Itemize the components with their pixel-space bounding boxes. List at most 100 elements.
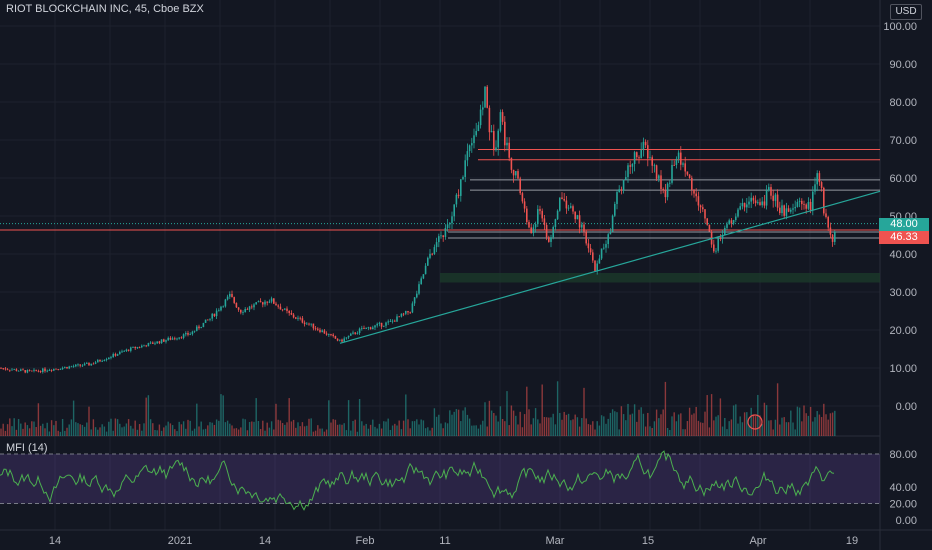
candle-body — [275, 303, 277, 306]
volume-bar — [363, 425, 365, 436]
volume-bar — [418, 424, 420, 436]
volume-bar — [713, 420, 715, 436]
volume-bar — [770, 420, 772, 436]
volume-bar — [530, 424, 532, 436]
time-tick-label: 14 — [259, 535, 271, 547]
candle-body — [570, 206, 572, 208]
price-tick-label: 80.00 — [889, 97, 917, 109]
volume-bar — [457, 409, 460, 436]
price-chart[interactable]: 100.0090.0080.0070.0060.0050.0040.0030.0… — [0, 0, 932, 550]
candle-body — [169, 337, 172, 340]
volume-bar — [779, 424, 781, 436]
volume-bar — [653, 421, 656, 436]
candle-body — [44, 368, 46, 372]
currency-badge[interactable]: USD — [890, 4, 922, 20]
volume-bar — [290, 421, 293, 436]
candle-body — [358, 328, 361, 333]
volume-bar — [686, 421, 689, 436]
candle-body — [682, 163, 684, 165]
volume-bar — [545, 417, 548, 436]
candle-body — [79, 364, 81, 366]
candle-body — [499, 112, 502, 131]
volume-bar — [688, 407, 691, 436]
candle-body — [473, 135, 475, 144]
volume-bar — [702, 422, 704, 436]
candle-body — [798, 200, 801, 202]
volume-bar — [603, 416, 605, 436]
candle-body — [642, 141, 645, 151]
volume-bar — [732, 405, 735, 436]
candle-body — [123, 351, 125, 352]
candle-body — [125, 349, 128, 352]
candle-body — [638, 157, 640, 159]
candle-body — [825, 213, 827, 218]
volume-bar — [772, 429, 774, 436]
candle-body — [303, 322, 306, 325]
candle-body — [108, 357, 110, 360]
candle-body — [724, 227, 726, 236]
volume-bar — [79, 424, 81, 436]
volume-bar — [444, 422, 447, 436]
volume-bar — [277, 419, 279, 436]
candle-body — [510, 157, 513, 170]
candle-body — [193, 330, 196, 332]
candle-body — [482, 107, 484, 110]
candle-body — [493, 131, 495, 151]
candle-body — [741, 202, 744, 207]
volume-bar — [147, 395, 150, 436]
candle-body — [149, 342, 152, 344]
price-tick-label: 90.00 — [889, 59, 917, 71]
candle-body — [134, 346, 136, 349]
volume-bar — [44, 428, 46, 436]
candle-body — [746, 204, 748, 208]
candle-body — [132, 346, 134, 348]
candle-body — [9, 369, 11, 371]
candle-body — [726, 224, 728, 228]
volume-bar — [554, 424, 557, 436]
volume-bar — [792, 422, 794, 436]
volume-bar — [20, 423, 22, 436]
volume-bar — [108, 421, 110, 436]
candle-body — [110, 357, 112, 358]
volume-bar — [488, 400, 491, 436]
candle-body — [156, 341, 158, 344]
candle-body — [270, 298, 273, 302]
volume-bar — [675, 421, 678, 436]
candle-body — [561, 197, 563, 199]
candle-body — [677, 152, 680, 159]
candle-body — [145, 345, 147, 347]
candle-body — [735, 216, 737, 221]
candle-body — [75, 364, 77, 367]
candle-body — [781, 205, 783, 214]
volume-bar — [473, 425, 475, 436]
volume-bar — [4, 430, 7, 436]
candle-body — [772, 195, 774, 201]
candle-body — [237, 307, 240, 310]
volume-bar — [369, 424, 372, 436]
candle-body — [277, 305, 279, 307]
volume-bar — [42, 423, 44, 436]
candle-body — [484, 86, 486, 108]
price-tick-label: 20.00 — [889, 325, 917, 337]
volume-bar — [633, 404, 636, 436]
candle-body — [160, 339, 163, 344]
candle-body — [589, 248, 592, 253]
candle-body — [715, 250, 717, 252]
volume-bar — [97, 429, 99, 436]
candle-body — [757, 202, 759, 204]
candle-body — [290, 313, 293, 315]
volume-bar — [22, 428, 24, 436]
volume-bar — [268, 427, 271, 436]
volume-bar — [209, 422, 211, 436]
volume-bar — [127, 419, 130, 436]
volume-bar — [143, 423, 145, 436]
volume-bar — [730, 419, 733, 436]
volume-bar — [812, 421, 814, 436]
candle-body — [471, 143, 473, 146]
volume-bar — [625, 420, 627, 436]
candle-body — [559, 197, 561, 211]
volume-bar — [559, 412, 561, 436]
volume-bar — [292, 419, 295, 436]
candle-body — [17, 370, 20, 372]
volume-bar — [323, 431, 326, 436]
